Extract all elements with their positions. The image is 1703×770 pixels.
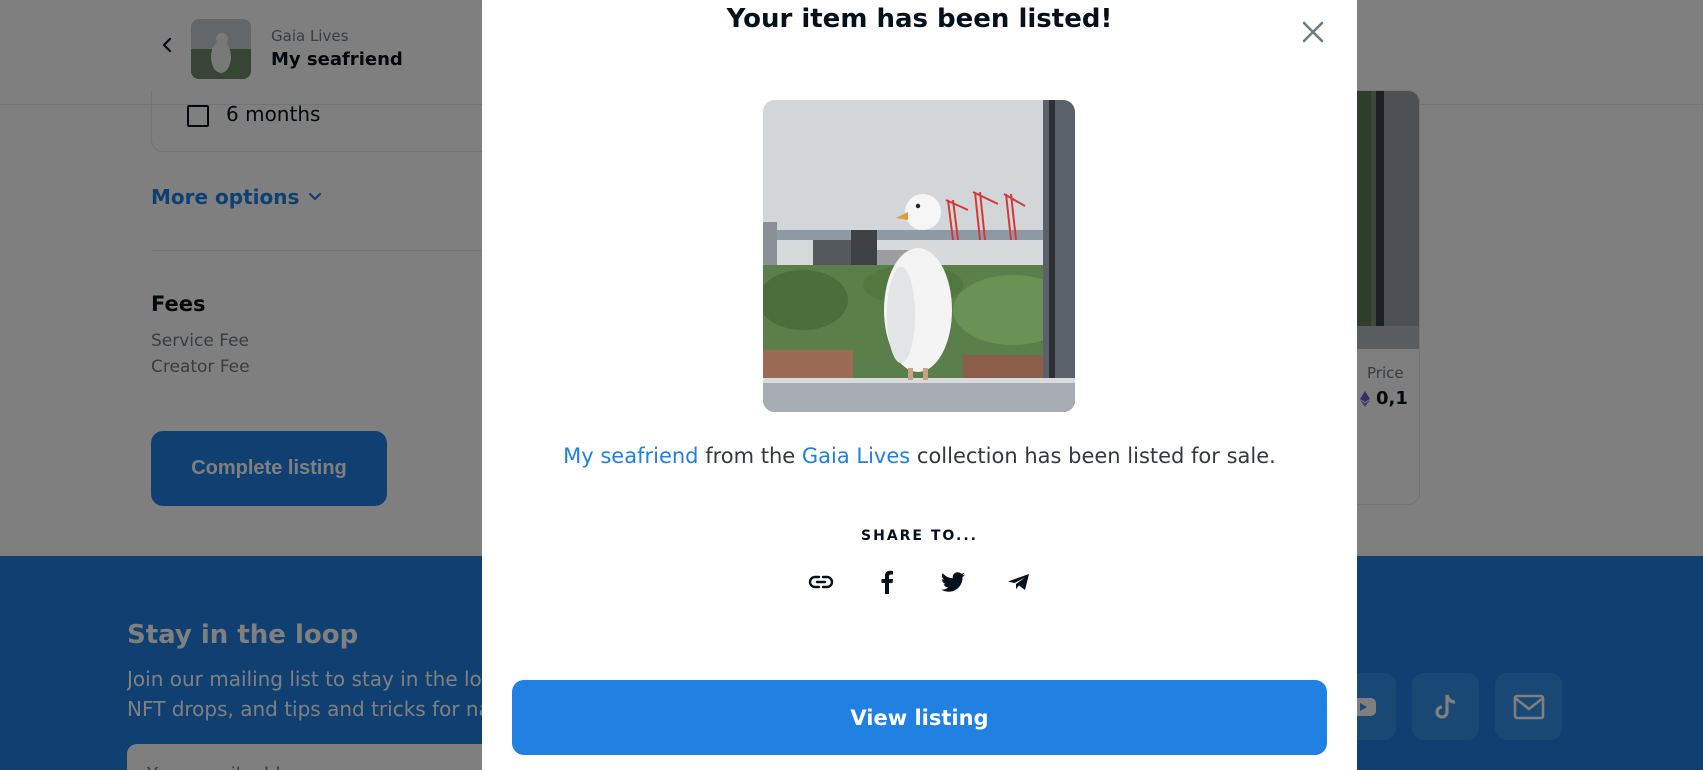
- close-icon: [1302, 21, 1324, 43]
- listing-message: My seafriend from the Gaia Lives collect…: [482, 444, 1357, 468]
- twitter-icon: [941, 572, 965, 592]
- share-facebook-button[interactable]: [873, 568, 901, 596]
- facebook-icon: [881, 570, 893, 594]
- share-label: SHARE TO...: [861, 528, 978, 544]
- share-telegram-button[interactable]: [1005, 568, 1033, 596]
- collection-link[interactable]: Gaia Lives: [802, 444, 910, 468]
- message-text: from the: [698, 444, 802, 468]
- close-button[interactable]: [1300, 19, 1326, 45]
- message-text: collection has been listed for sale.: [910, 444, 1276, 468]
- copy-link-button[interactable]: [807, 568, 835, 596]
- modal-title: Your item has been listed!: [726, 4, 1113, 34]
- item-link[interactable]: My seafriend: [563, 444, 698, 468]
- view-listing-button[interactable]: View listing: [512, 680, 1327, 755]
- share-twitter-button[interactable]: [939, 568, 967, 596]
- share-buttons: [807, 568, 1033, 596]
- item-image: [763, 100, 1075, 412]
- listing-success-modal: Your item has been listed! My seafriend …: [482, 0, 1357, 770]
- telegram-icon: [1008, 574, 1029, 590]
- link-icon: [808, 575, 834, 589]
